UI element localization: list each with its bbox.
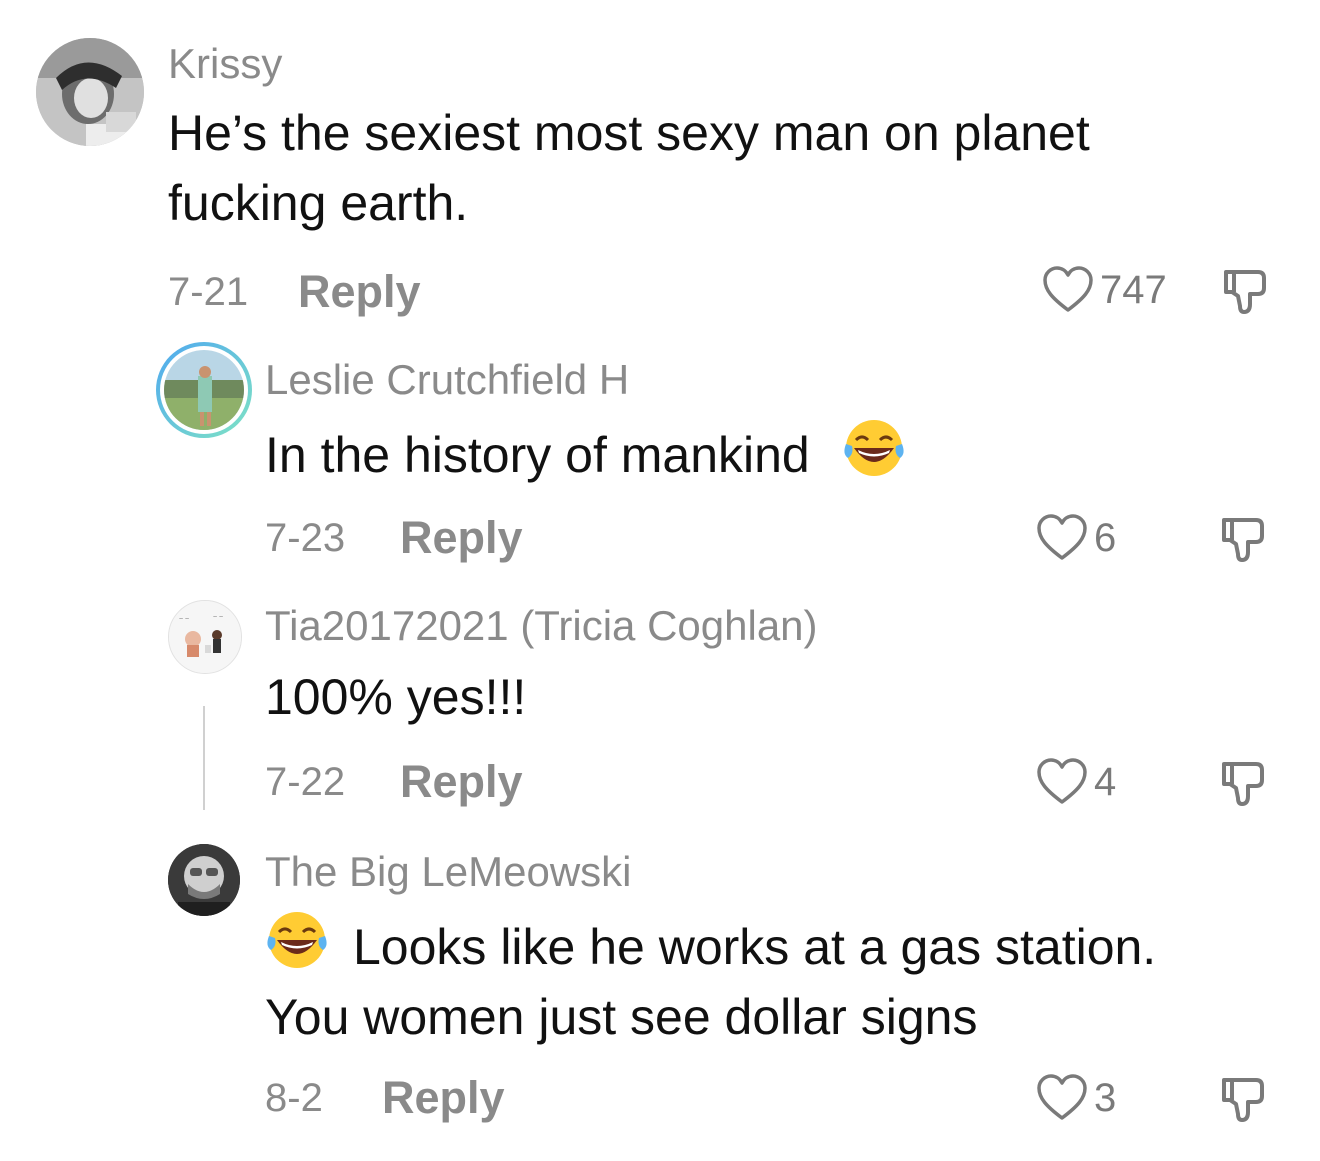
heart-outline-icon bbox=[1037, 514, 1087, 560]
comment-date: 7-23 bbox=[265, 516, 346, 560]
comment-text-line: Looks like he works at a gas station. bbox=[265, 908, 1156, 982]
reply-button[interactable]: Reply bbox=[400, 756, 523, 808]
thumbs-down-icon[interactable] bbox=[1218, 1074, 1268, 1124]
like-button[interactable]: 6 bbox=[1036, 514, 1116, 562]
avatar[interactable] bbox=[156, 342, 252, 438]
thumbs-down-icon[interactable] bbox=[1218, 758, 1268, 808]
comment-date: 8-2 bbox=[265, 1076, 323, 1120]
comment-text: In the history of mankind bbox=[265, 416, 906, 490]
comment-date: 7-22 bbox=[265, 760, 346, 804]
comment-text-segment: Looks like he works at a gas station. bbox=[353, 919, 1157, 975]
like-button[interactable]: 747 bbox=[1042, 266, 1167, 314]
avatar[interactable]: ~ ~ ~ ~ bbox=[168, 600, 242, 674]
avatar[interactable] bbox=[36, 38, 144, 146]
comment-text: Looks like he works at a gas station. Yo… bbox=[265, 908, 1156, 1052]
username[interactable]: Leslie Crutchfield H bbox=[265, 356, 629, 404]
like-button[interactable]: 4 bbox=[1036, 758, 1116, 806]
reply-button[interactable]: Reply bbox=[298, 266, 421, 318]
username[interactable]: Krissy bbox=[168, 40, 282, 88]
comment-text: He’s the sexiest most sexy man on planet… bbox=[168, 98, 1090, 238]
svg-text:~ ~: ~ ~ bbox=[213, 614, 223, 621]
like-button[interactable]: 3 bbox=[1036, 1074, 1116, 1122]
reply-button[interactable]: Reply bbox=[400, 512, 523, 564]
thumbs-down-icon[interactable] bbox=[1218, 514, 1268, 564]
comment-text-line: He’s the sexiest most sexy man on planet bbox=[168, 105, 1090, 161]
thread-line bbox=[203, 706, 205, 810]
like-count: 747 bbox=[1100, 267, 1167, 312]
like-count: 6 bbox=[1094, 515, 1117, 560]
comment-text-line: In the history of mankind bbox=[265, 427, 810, 483]
comment-text-line: You women just see dollar signs bbox=[265, 989, 978, 1045]
thumbs-down-icon[interactable] bbox=[1220, 266, 1270, 316]
heart-outline-icon bbox=[1037, 1074, 1087, 1120]
svg-text:~ ~: ~ ~ bbox=[179, 616, 189, 623]
username[interactable]: The Big LeMeowski bbox=[265, 848, 632, 896]
comment-date: 7-21 bbox=[168, 270, 249, 314]
face-with-tears-of-joy-icon bbox=[267, 912, 327, 968]
face-with-tears-of-joy-icon bbox=[844, 420, 904, 476]
reply-button[interactable]: Reply bbox=[382, 1072, 505, 1124]
comment-text-line: fucking earth. bbox=[168, 175, 469, 231]
comment-text: 100% yes!!! bbox=[265, 669, 527, 725]
heart-outline-icon bbox=[1043, 266, 1093, 312]
heart-outline-icon bbox=[1037, 758, 1087, 804]
like-count: 3 bbox=[1094, 1075, 1117, 1120]
username[interactable]: Tia20172021 (Tricia Coghlan) bbox=[265, 602, 818, 650]
avatar[interactable] bbox=[168, 844, 240, 916]
like-count: 4 bbox=[1094, 759, 1117, 804]
